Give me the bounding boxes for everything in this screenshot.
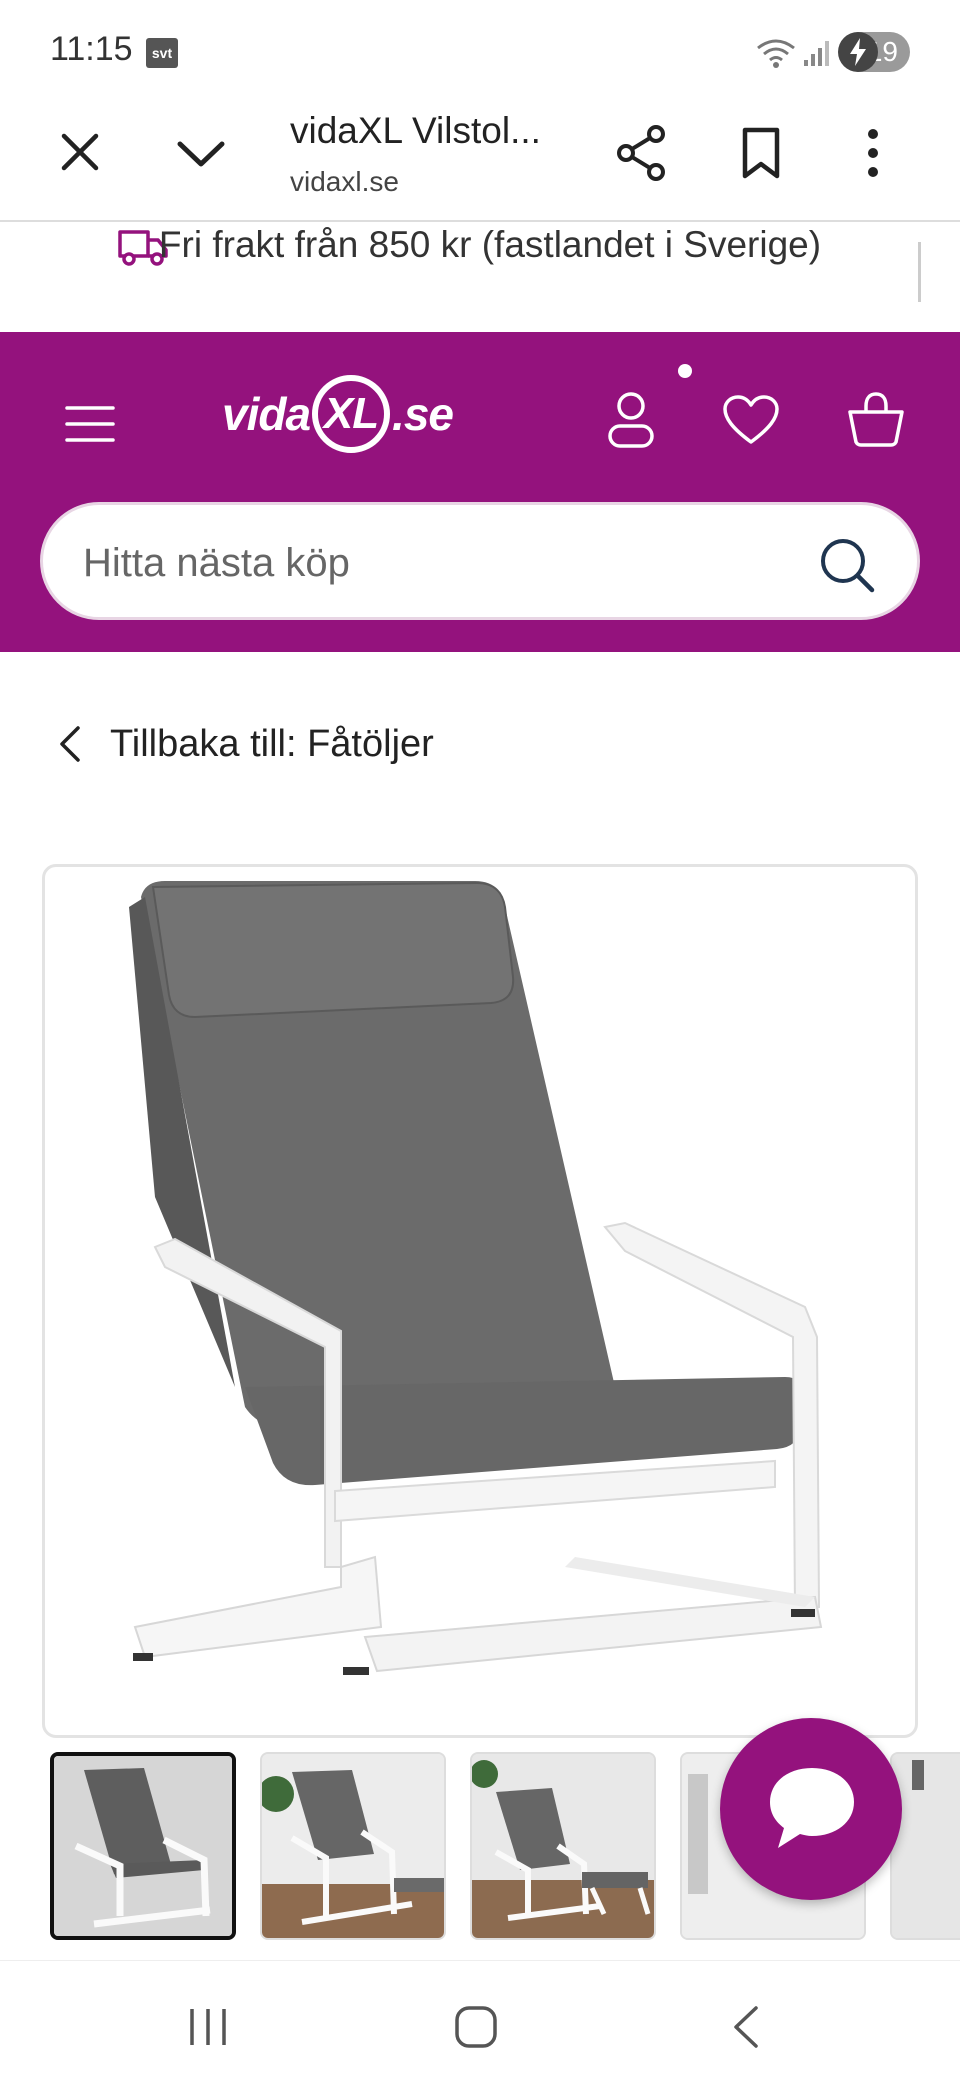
back-icon[interactable] — [730, 2005, 760, 2049]
menu-icon[interactable] — [64, 404, 116, 444]
thumbnail-armchair-extra[interactable] — [890, 1752, 960, 1940]
logo-part-xl: XL — [312, 375, 391, 453]
thumbnail-image — [262, 1754, 444, 1938]
chevron-down-icon[interactable] — [176, 138, 226, 168]
browser-toolbar: vidaXL Vilstol... vidaxl.se — [0, 100, 960, 222]
thumbnail-armchair-front[interactable] — [50, 1752, 236, 1940]
bookmark-icon[interactable] — [740, 126, 782, 180]
armchair-illustration — [129, 881, 823, 1675]
status-bar: 11:15 svt 19 — [0, 0, 960, 100]
thumbnail-image — [472, 1754, 654, 1938]
banner-scrollbar — [918, 242, 921, 302]
search-icon[interactable] — [817, 535, 877, 595]
status-time: 11:15 — [50, 30, 133, 68]
thumbnail-armchair-with-plant[interactable] — [260, 1752, 446, 1940]
logo-part-se: .se — [392, 388, 454, 440]
wifi-icon — [757, 39, 795, 68]
thumbnail-armchair-with-footstool[interactable] — [470, 1752, 656, 1940]
wishlist-icon[interactable] — [722, 394, 780, 446]
signal-icon — [804, 41, 829, 66]
page-title: vidaXL Vilstol... — [290, 110, 541, 151]
shipping-text: Fri frakt från 850 kr (fastlandet i Sver… — [158, 224, 822, 265]
back-to-category-link[interactable]: Tillbaka till: Fåtöljer — [50, 700, 434, 788]
cart-icon[interactable] — [846, 390, 906, 448]
chat-bubble-icon — [770, 1768, 854, 1848]
close-icon[interactable] — [58, 130, 102, 174]
shipping-banner: Fri frakt från 850 kr (fastlandet i Sver… — [0, 222, 960, 332]
share-icon[interactable] — [614, 124, 668, 182]
more-vertical-icon[interactable] — [866, 128, 880, 178]
home-icon[interactable] — [454, 2005, 498, 2049]
chat-button[interactable] — [720, 1718, 902, 1900]
system-nav-bar — [0, 1960, 960, 2080]
logo-part-vida: vida — [222, 388, 311, 440]
page-domain: vidaxl.se — [290, 166, 399, 197]
recent-apps-icon[interactable] — [186, 2007, 230, 2047]
back-link-label: Tillbaka till: Fåtöljer — [110, 722, 434, 765]
battery-charging-icon — [838, 32, 878, 72]
search-input[interactable] — [83, 525, 803, 601]
thumbnail-image — [54, 1756, 232, 1936]
thumbnail-image — [892, 1754, 960, 1938]
chevron-left-icon — [60, 726, 80, 762]
site-logo[interactable]: vida XL .se — [222, 374, 454, 454]
product-main-image[interactable] — [42, 864, 918, 1738]
notification-dot — [678, 364, 692, 378]
search-box[interactable] — [40, 502, 920, 620]
site-header: vida XL .se — [0, 332, 960, 652]
account-icon[interactable] — [606, 390, 656, 452]
svt-notification-badge: svt — [146, 38, 178, 68]
